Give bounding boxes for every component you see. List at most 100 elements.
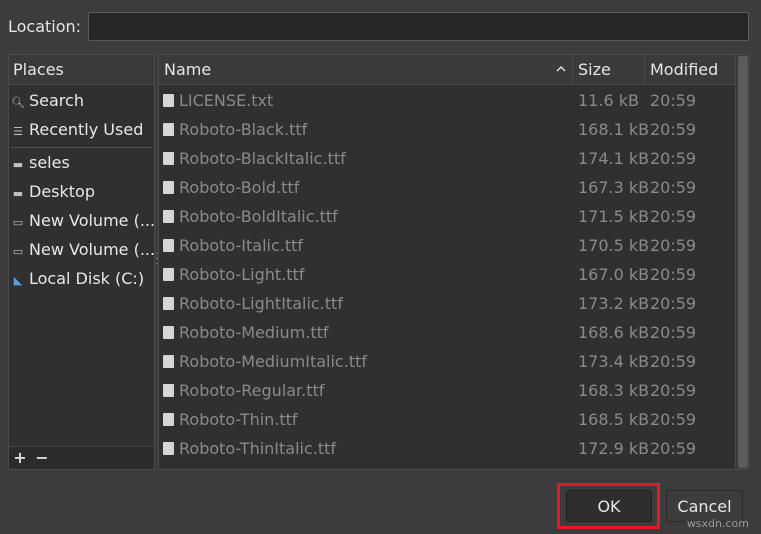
file-row[interactable]: Roboto-Italic.ttf 170.5 kB 20:59 xyxy=(159,231,735,260)
drive-icon: ▭ xyxy=(12,245,24,258)
file-row[interactable]: Roboto-Light.ttf 167.0 kB 20:59 xyxy=(159,260,735,289)
file-row[interactable]: Roboto-Thin.ttf 168.5 kB 20:59 xyxy=(159,405,735,434)
file-icon xyxy=(163,442,174,455)
place-recently-used[interactable]: ☰ Recently Used xyxy=(9,115,154,144)
file-icon xyxy=(163,297,174,310)
file-icon xyxy=(163,94,174,107)
file-size: 168.6 kB xyxy=(578,323,650,342)
scrollbar-thumb[interactable] xyxy=(738,56,748,468)
column-header-modified[interactable]: Modified xyxy=(645,55,735,85)
place-label: Desktop xyxy=(29,182,95,201)
file-icon xyxy=(163,152,174,165)
file-name: LICENSE.txt xyxy=(179,91,274,110)
file-icon xyxy=(163,326,174,339)
file-row[interactable]: Roboto-Medium.ttf 168.6 kB 20:59 xyxy=(159,318,735,347)
column-size-label: Size xyxy=(578,60,611,79)
file-size: 172.9 kB xyxy=(578,439,650,458)
file-name: Roboto-Light.ttf xyxy=(179,265,305,284)
file-modified: 20:59 xyxy=(650,294,697,313)
file-modified: 20:59 xyxy=(650,236,697,255)
file-row[interactable]: Roboto-Black.ttf 168.1 kB 20:59 xyxy=(159,115,735,144)
place-label: New Volume (... xyxy=(29,211,154,230)
file-name: Roboto-Black.ttf xyxy=(179,120,308,139)
place-label: New Volume (... xyxy=(29,240,154,259)
place-search[interactable]: 🔍︎ Search xyxy=(9,86,154,115)
column-header-size[interactable]: Size xyxy=(573,55,645,85)
file-size: 168.5 kB xyxy=(578,410,650,429)
column-name-label: Name xyxy=(164,60,212,79)
file-name: Roboto-Italic.ttf xyxy=(179,236,304,255)
remove-place-button[interactable]: − xyxy=(33,447,51,469)
file-modified: 20:59 xyxy=(650,439,697,458)
place-local-disk-c[interactable]: ◣ Local Disk (C:) xyxy=(9,264,154,293)
file-modified: 20:59 xyxy=(650,323,697,342)
file-icon xyxy=(163,181,174,194)
watermark: wsxdn.com xyxy=(686,517,749,530)
file-icon xyxy=(163,239,174,252)
file-name: Roboto-ThinItalic.ttf xyxy=(179,439,337,458)
places-header: Places xyxy=(9,55,154,85)
location-input[interactable] xyxy=(88,12,749,41)
file-size: 173.4 kB xyxy=(578,352,650,371)
place-new-volume-1[interactable]: ▭ New Volume (... xyxy=(9,206,154,235)
file-row[interactable]: Roboto-MediumItalic.ttf 173.4 kB 20:59 xyxy=(159,347,735,376)
file-size: 171.5 kB xyxy=(578,207,650,226)
file-size: 11.6 kB xyxy=(578,91,639,110)
system-drive-icon: ◣ xyxy=(13,274,23,287)
file-modified: 20:59 xyxy=(650,410,697,429)
file-name: Roboto-BlackItalic.ttf xyxy=(179,149,346,168)
file-icon xyxy=(163,384,174,397)
ok-button[interactable]: OK xyxy=(566,490,652,522)
file-name: Roboto-Regular.ttf xyxy=(179,381,325,400)
file-icon xyxy=(163,123,174,136)
column-header-name[interactable]: Name xyxy=(159,55,573,85)
place-label: Recently Used xyxy=(29,120,144,139)
file-name: Roboto-Thin.ttf xyxy=(179,410,298,429)
file-size: 167.3 kB xyxy=(578,178,650,197)
file-name: Roboto-Bold.ttf xyxy=(179,178,300,197)
file-size: 174.1 kB xyxy=(578,149,650,168)
file-row[interactable]: Roboto-Bold.ttf 167.3 kB 20:59 xyxy=(159,173,735,202)
file-modified: 20:59 xyxy=(650,120,697,139)
file-name: Roboto-MediumItalic.ttf xyxy=(179,352,367,371)
folder-icon: ▬ xyxy=(12,187,24,200)
place-label: seles xyxy=(29,153,70,172)
file-modified: 20:59 xyxy=(650,149,697,168)
file-name: Roboto-BoldItalic.ttf xyxy=(179,207,338,226)
file-list: Name Size Modified LICENSE.txt 11.6 kB 20:… xyxy=(158,54,750,470)
place-desktop[interactable]: ▬ Desktop xyxy=(9,177,154,206)
add-place-button[interactable]: + xyxy=(11,447,29,469)
places-toolbar: + − xyxy=(9,446,154,469)
place-label: Search xyxy=(29,91,84,110)
file-modified: 20:59 xyxy=(650,207,697,226)
folder-icon: ▬ xyxy=(12,158,24,171)
file-row[interactable]: Roboto-BlackItalic.ttf 174.1 kB 20:59 xyxy=(159,144,735,173)
places-panel: Places 🔍︎ Search ☰ Recently Used ▬ seles ▬ D… xyxy=(8,54,155,470)
file-list-header: Name Size Modified xyxy=(159,55,735,85)
place-label: Local Disk (C:) xyxy=(29,269,145,288)
place-seles[interactable]: ▬ seles xyxy=(9,148,154,177)
file-modified: 20:59 xyxy=(650,91,697,110)
sort-ascending-icon xyxy=(556,65,566,72)
file-size: 168.1 kB xyxy=(578,120,650,139)
recent-icon: ☰ xyxy=(13,125,23,138)
file-icon xyxy=(163,268,174,281)
file-name: Roboto-LightItalic.ttf xyxy=(179,294,343,313)
file-size: 167.0 kB xyxy=(578,265,650,284)
file-size: 170.5 kB xyxy=(578,236,650,255)
file-row[interactable]: Roboto-BoldItalic.ttf 171.5 kB 20:59 xyxy=(159,202,735,231)
file-row[interactable]: Roboto-Regular.ttf 168.3 kB 20:59 xyxy=(159,376,735,405)
search-icon: 🔍︎ xyxy=(11,96,25,109)
file-row[interactable]: Roboto-ThinItalic.ttf 172.9 kB 20:59 xyxy=(159,434,735,463)
drive-icon: ▭ xyxy=(12,216,24,229)
file-size: 168.3 kB xyxy=(578,381,650,400)
file-icon xyxy=(163,413,174,426)
file-row[interactable]: LICENSE.txt 11.6 kB 20:59 xyxy=(159,86,735,115)
file-row[interactable]: Roboto-LightItalic.ttf 173.2 kB 20:59 xyxy=(159,289,735,318)
file-size: 173.2 kB xyxy=(578,294,650,313)
vertical-scrollbar[interactable] xyxy=(735,55,749,469)
file-name: Roboto-Medium.ttf xyxy=(179,323,329,342)
file-modified: 20:59 xyxy=(650,381,697,400)
file-modified: 20:59 xyxy=(650,178,697,197)
place-new-volume-2[interactable]: ▭ New Volume (... xyxy=(9,235,154,264)
